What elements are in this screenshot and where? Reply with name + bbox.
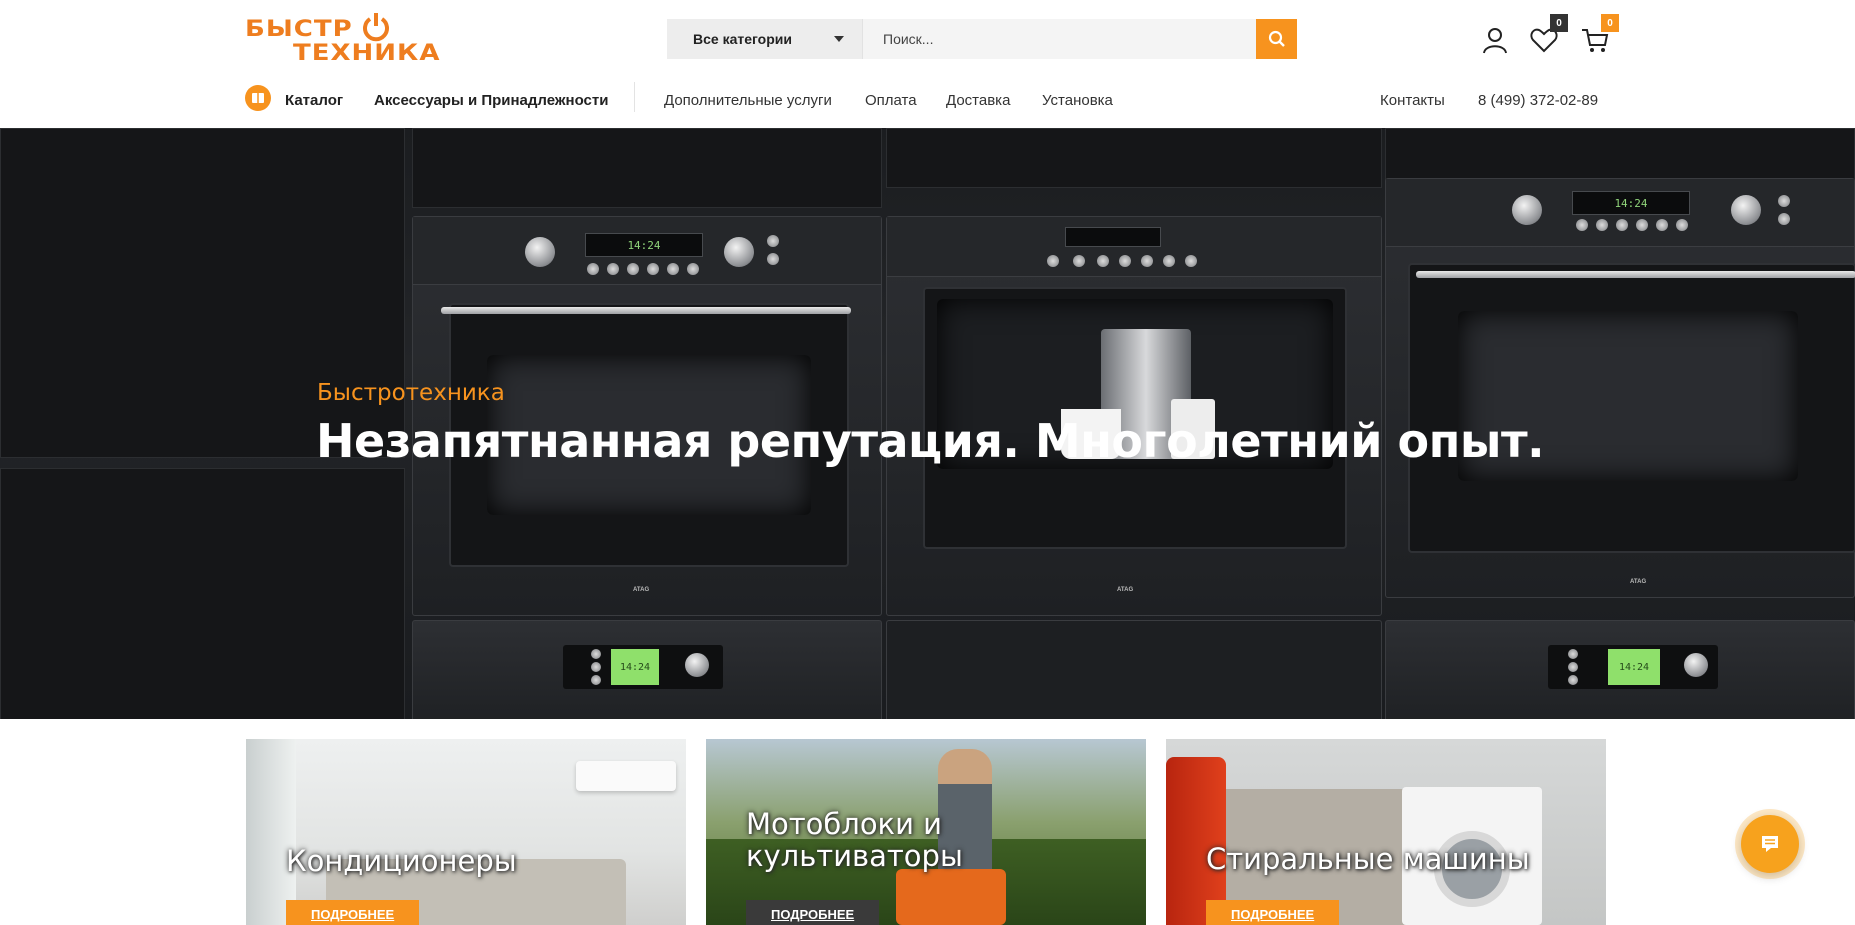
oven-brand-label-right: ATAG [1630,579,1647,585]
wishlist-button[interactable]: 0 [1528,14,1568,56]
cabinet-panel [0,468,405,719]
account-button[interactable] [1479,24,1511,56]
cabinet-panel [412,128,882,208]
drawer-display-left: 14:24 [609,647,661,687]
category-title: Кондиционеры [286,844,517,878]
coffee-display [1065,227,1161,247]
cultivator-image [896,869,1006,925]
chat-button[interactable] [1741,815,1799,873]
nav-accessories[interactable]: Аксессуары и Принадлежности [374,92,608,109]
search-bar: Все категории [667,19,1297,59]
drawer-center [886,620,1382,719]
warming-drawer-right: 14:24 [1385,620,1855,719]
nav-catalog[interactable]: Каталог [285,92,343,109]
nav-installation[interactable]: Установка [1042,92,1113,109]
cabinet-panel [1385,128,1855,183]
search-input[interactable] [862,19,1256,59]
search-button[interactable] [1256,19,1297,59]
hero-title: Незапятнанная репутация. Многолетний опы… [316,414,1545,468]
main-nav: Каталог Аксессуары и Принадлежности Допо… [0,76,1855,128]
wishlist-count-badge: 0 [1550,14,1568,32]
logo-line1: БЫСТР [245,16,353,42]
category-title: Мотоблоки и культиваторы [746,807,963,873]
oven-display-right: 14:24 [1572,191,1690,215]
oven-right: 14:24 ATAG [1385,178,1855,598]
cart-count-badge: 0 [1601,14,1619,32]
category-card-washing-machines[interactable]: Стиральные машины ПОДРОБНЕЕ [1166,739,1606,925]
nav-contacts[interactable]: Контакты [1380,92,1445,109]
category-more-button[interactable]: ПОДРОБНЕЕ [1206,900,1340,925]
cart-button[interactable]: 0 [1579,14,1619,56]
catalog-icon[interactable] [245,85,271,111]
oven-brand-label: ATAG [633,587,650,593]
chevron-down-icon [834,36,844,42]
category-title: Стиральные машины [1206,842,1530,876]
category-more-button[interactable]: ПОДРОБНЕЕ [286,900,420,925]
category-select[interactable]: Все категории [667,19,862,59]
warming-drawer-left: 14:24 [412,620,882,719]
hero-subtitle: Быстротехника [317,380,505,406]
nav-payment[interactable]: Оплата [865,92,917,109]
category-card-air-conditioners[interactable]: Кондиционеры ПОДРОБНЕЕ [246,739,686,925]
nav-delivery[interactable]: Доставка [946,92,1010,109]
category-card-cultivators[interactable]: Мотоблоки и культиваторы ПОДРОБНЕЕ [706,739,1146,925]
site-logo[interactable]: БЫСТР ТЕХНИКА [245,12,485,66]
window-image [246,739,296,925]
drawer-display-right: 14:24 [1606,647,1662,687]
user-icon [1483,28,1507,54]
cabinet-panel [0,128,405,458]
nav-services[interactable]: Дополнительные услуги [664,92,832,109]
category-more-button[interactable]: ПОДРОБНЕЕ [746,900,880,925]
ac-unit-image [576,761,676,791]
hero-banner: 14:24 ATAG ATAG 14:24 ATAG 14:24 14:24 Б… [0,128,1855,719]
oven-display: 14:24 [585,233,703,257]
nav-divider [634,82,635,112]
header: БЫСТР ТЕХНИКА Все категории 0 [0,0,1855,76]
cabinet-panel [886,128,1382,188]
search-icon [1268,30,1285,47]
coffee-brand-label: ATAG [1117,587,1134,593]
logo-line2: ТЕХНИКА [293,40,441,66]
chat-icon [1762,836,1778,852]
power-icon [363,13,389,42]
category-select-label: Все категории [693,31,792,47]
nav-phone[interactable]: 8 (499) 372-02-89 [1478,92,1598,109]
